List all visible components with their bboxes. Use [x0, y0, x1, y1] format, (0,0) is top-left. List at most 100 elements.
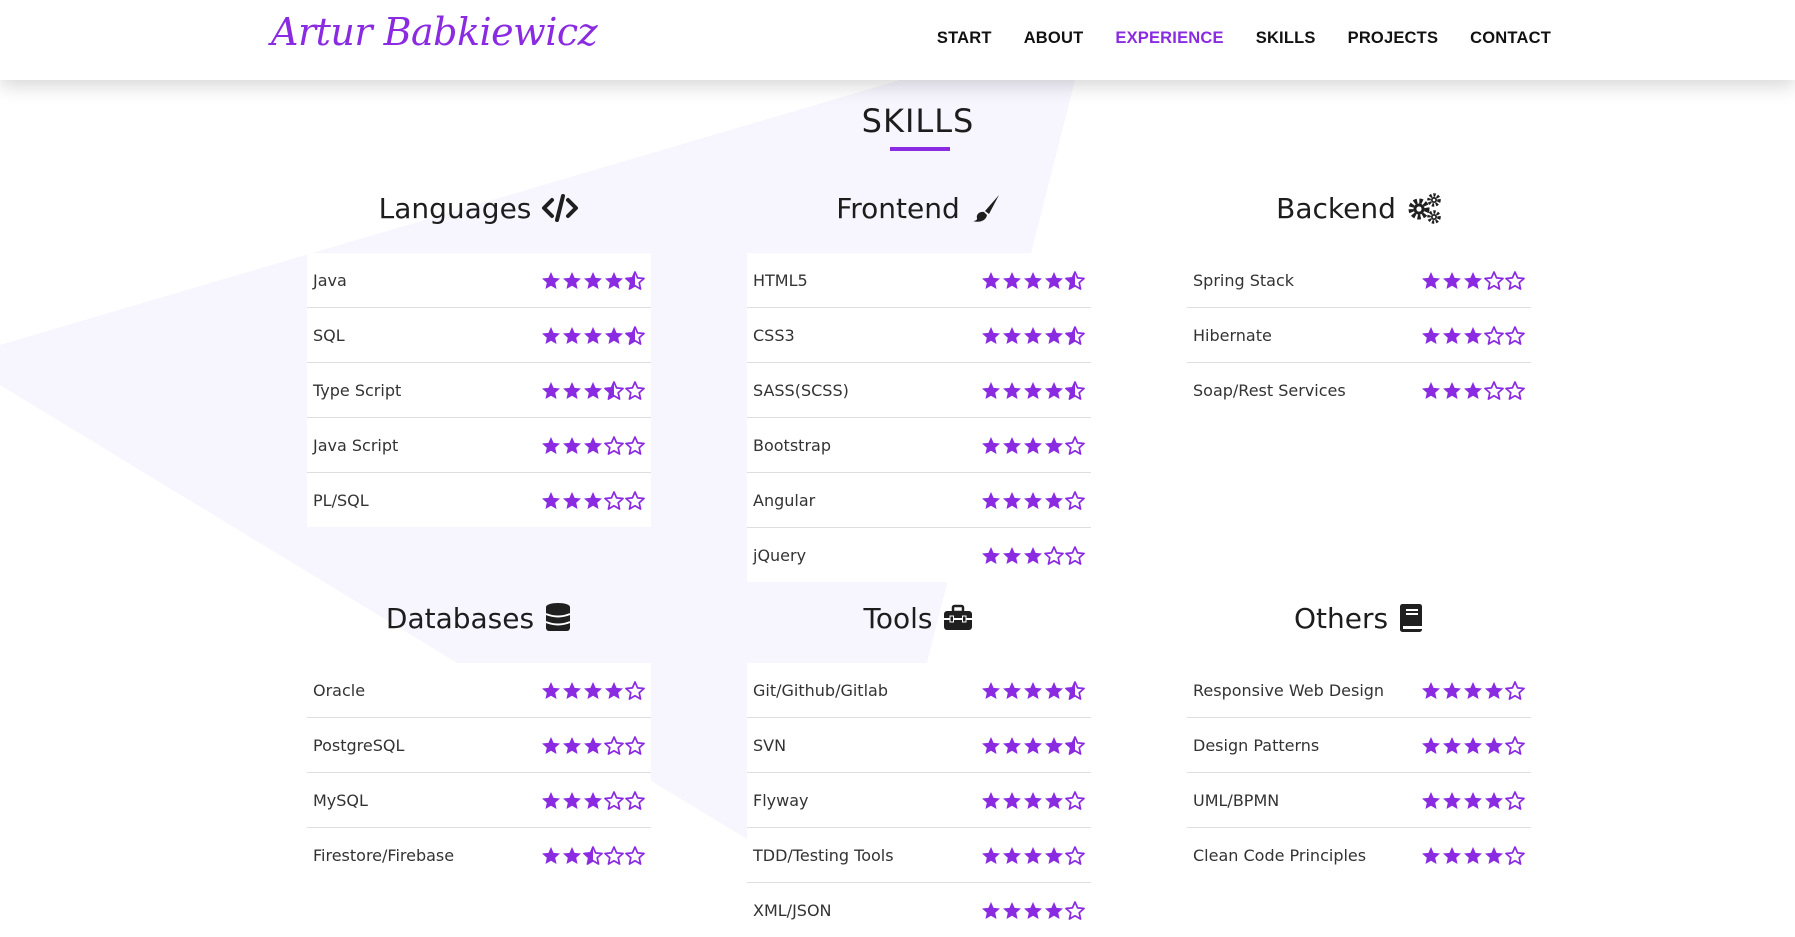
skill-row: Design Patterns [1187, 718, 1531, 773]
skill-rating [981, 900, 1085, 920]
star-full-icon [562, 736, 582, 754]
star-empty-icon [625, 680, 645, 700]
skill-rating [981, 845, 1085, 865]
skill-row: TDD/Testing Tools [747, 828, 1091, 883]
star-full-icon [541, 491, 561, 509]
skill-rating [541, 325, 645, 345]
skill-list: Oracle PostgreSQL MySQL Firestore/Firebase [307, 663, 651, 882]
skill-name: TDD/Testing Tools [753, 845, 894, 865]
star-full-icon [583, 271, 603, 289]
skill-name: Hibernate [1193, 325, 1272, 345]
skill-row: Git/Github/Gitlab [747, 663, 1091, 718]
nav-item-start[interactable]: START [937, 29, 992, 48]
star-empty-icon [625, 790, 645, 810]
skill-row: MySQL [307, 773, 651, 828]
star-full-icon [583, 436, 603, 454]
nav-item-skills[interactable]: SKILLS [1256, 29, 1316, 48]
skill-name: Angular [753, 490, 816, 510]
star-empty-icon [1484, 380, 1504, 400]
star-full-icon [981, 381, 1001, 399]
star-full-icon [1442, 681, 1462, 699]
star-full-icon [1044, 791, 1064, 809]
star-full-icon [1463, 791, 1483, 809]
skill-name: MySQL [313, 790, 368, 810]
book-icon [1398, 602, 1424, 634]
skill-rating [981, 325, 1085, 345]
star-half-icon [1065, 735, 1085, 755]
star-full-icon [583, 326, 603, 344]
star-half-icon [625, 325, 645, 345]
star-full-icon [1002, 681, 1022, 699]
star-empty-icon [604, 435, 624, 455]
skill-row: Flyway [747, 773, 1091, 828]
skill-rating [541, 680, 645, 700]
star-full-icon [1463, 846, 1483, 864]
star-full-icon [1002, 791, 1022, 809]
star-full-icon [1023, 326, 1043, 344]
skill-rating [541, 490, 645, 510]
star-empty-icon [1484, 270, 1504, 290]
star-full-icon [1002, 546, 1022, 564]
star-full-icon [1002, 326, 1022, 344]
brand-logo[interactable]: Artur Babkiewicz [271, 10, 598, 54]
skill-row: Angular [747, 473, 1091, 528]
skill-row: Firestore/Firebase [307, 828, 651, 882]
star-empty-icon [604, 490, 624, 510]
star-full-icon [1442, 791, 1462, 809]
title-underline [890, 147, 950, 151]
star-empty-icon [1505, 790, 1525, 810]
star-full-icon [562, 681, 582, 699]
star-full-icon [981, 736, 1001, 754]
skill-name: Spring Stack [1193, 270, 1295, 290]
star-full-icon [1421, 381, 1441, 399]
skill-name: Git/Github/Gitlab [753, 680, 888, 700]
group-title: Backend [1276, 191, 1396, 225]
skill-rating [981, 270, 1085, 290]
nav-item-projects[interactable]: PROJECTS [1348, 29, 1439, 48]
toolbox-icon [942, 603, 974, 633]
star-empty-icon [1505, 270, 1525, 290]
star-empty-icon [1505, 735, 1525, 755]
star-full-icon [583, 381, 603, 399]
skill-name: Clean Code Principles [1193, 845, 1367, 865]
skill-name: jQuery [753, 545, 807, 565]
star-full-icon [1442, 381, 1462, 399]
skill-row: CSS3 [747, 308, 1091, 363]
nav-item-experience[interactable]: EXPERIENCE [1115, 29, 1223, 48]
group-title: Frontend [836, 191, 960, 225]
skill-name: Oracle [313, 680, 366, 700]
nav-item-about[interactable]: ABOUT [1024, 29, 1084, 48]
star-full-icon [604, 681, 624, 699]
star-half-icon [1065, 380, 1085, 400]
star-full-icon [1421, 271, 1441, 289]
skill-name: Java [313, 270, 347, 290]
star-full-icon [1002, 271, 1022, 289]
skill-name: Bootstrap [753, 435, 831, 455]
star-full-icon [981, 681, 1001, 699]
skill-name: HTML5 [753, 270, 808, 290]
star-full-icon [981, 491, 1001, 509]
skill-rating [981, 790, 1085, 810]
star-empty-icon [604, 790, 624, 810]
star-full-icon [583, 736, 603, 754]
star-full-icon [583, 491, 603, 509]
skill-row: PL/SQL [307, 473, 651, 527]
skill-rating [1421, 845, 1525, 865]
skill-rating [541, 435, 645, 455]
star-full-icon [1023, 436, 1043, 454]
star-full-icon [1463, 381, 1483, 399]
section-title: SKILLS [861, 102, 975, 140]
skill-row: Clean Code Principles [1187, 828, 1531, 882]
skill-group: Backend Spring Stack Hibernate Soap/Rest Se… [1187, 187, 1531, 417]
skill-row: Responsive Web Design [1187, 663, 1531, 718]
skill-row: Oracle [307, 663, 651, 718]
skill-group: Frontend HTML5 CSS3 SASS(SCSS) Bootstrap Angu… [747, 187, 1091, 582]
skill-list: Responsive Web Design Design Patterns UML/… [1187, 663, 1531, 882]
star-full-icon [541, 381, 561, 399]
star-full-icon [981, 546, 1001, 564]
star-empty-icon [625, 435, 645, 455]
skill-rating [541, 790, 645, 810]
nav-item-contact[interactable]: CONTACT [1470, 29, 1551, 48]
skill-name: Type Script [313, 380, 402, 400]
skill-row: HTML5 [747, 253, 1091, 308]
